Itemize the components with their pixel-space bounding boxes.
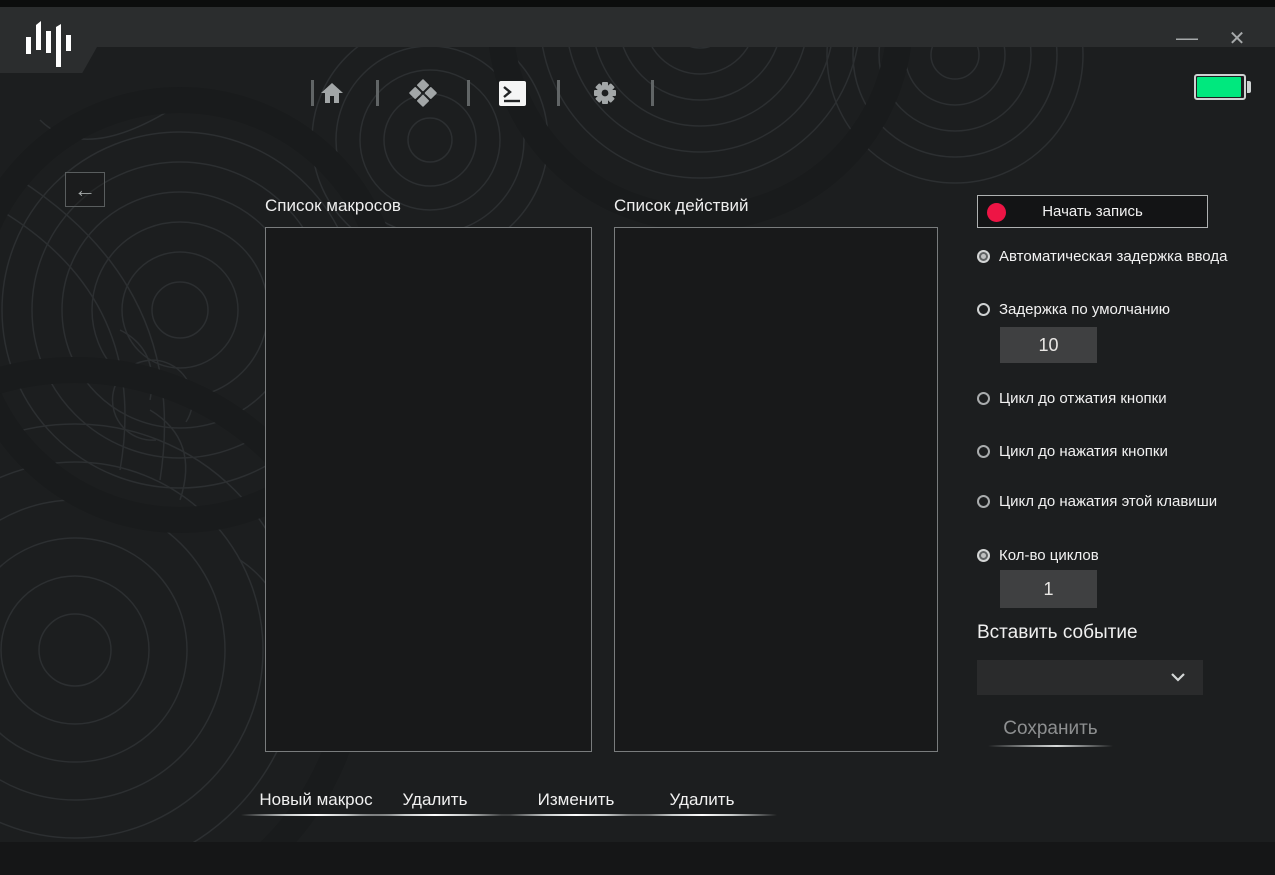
battery-level-fill (1197, 77, 1241, 97)
radio-icon (977, 445, 990, 458)
battery-terminal-nub (1247, 81, 1251, 93)
radio-cycle-count-label: Кол-во циклов (999, 547, 1099, 564)
action-list-box[interactable] (614, 227, 938, 752)
start-recording-button[interactable]: Начать запись (977, 195, 1208, 228)
radio-cycle-until-press-label: Цикл до нажатия кнопки (999, 443, 1168, 460)
delete-action-label: Удалить (670, 790, 735, 809)
radio-cycle-until-key-label: Цикл до нажатия этой клавиши (999, 493, 1217, 510)
brand-logo-icon (24, 15, 74, 73)
radio-icon (977, 549, 990, 562)
radio-auto-delay-label: Автоматическая задержка ввода (999, 248, 1227, 265)
bottom-strip (0, 842, 1275, 875)
save-underline (988, 745, 1113, 747)
new-macro-label: Новый макрос (259, 790, 372, 809)
radio-default-delay-label: Задержка по умолчанию (999, 301, 1170, 318)
back-button[interactable]: ← (65, 172, 105, 207)
edit-action-label: Изменить (538, 790, 615, 809)
radio-icon (977, 495, 990, 508)
save-button-label: Сохранить (1003, 718, 1097, 739)
radio-icon (977, 392, 990, 405)
delete-macro-label: Удалить (403, 790, 468, 809)
close-button[interactable]: ✕ (1222, 24, 1252, 52)
chevron-down-icon (1171, 673, 1185, 682)
radio-icon (977, 250, 990, 263)
nav-separator (557, 80, 560, 106)
radio-auto-delay[interactable]: Автоматическая задержка ввода (977, 248, 1227, 265)
default-delay-input[interactable] (1000, 327, 1097, 363)
titlebar (0, 7, 1275, 47)
nav-separator (376, 80, 379, 106)
underline (627, 814, 777, 816)
minimize-button[interactable]: — (1172, 24, 1202, 52)
cycle-count-input[interactable] (1000, 570, 1097, 608)
nav-separator (311, 80, 314, 106)
radio-cycle-until-release[interactable]: Цикл до отжатия кнопки (977, 390, 1167, 407)
save-button[interactable]: Сохранить (988, 718, 1113, 747)
radio-cycle-until-release-label: Цикл до отжатия кнопки (999, 390, 1167, 407)
settings-gear-icon[interactable] (591, 79, 619, 112)
radio-cycle-until-key[interactable]: Цикл до нажатия этой клавиши (977, 493, 1217, 510)
home-icon[interactable] (321, 82, 343, 109)
top-strip (0, 0, 1275, 7)
devices-icon[interactable] (409, 79, 437, 112)
underline (360, 814, 510, 816)
radio-cycle-count[interactable]: Кол-во циклов (977, 547, 1099, 564)
record-dot-icon (987, 203, 1006, 222)
brand-logo-tab (0, 7, 98, 73)
macro-list-box[interactable] (265, 227, 592, 752)
nav-separator (467, 80, 470, 106)
macro-editor-window: — ✕ (0, 0, 1275, 875)
macro-list-title: Список макросов (265, 196, 401, 216)
macro-terminal-icon[interactable] (499, 81, 526, 111)
insert-event-dropdown[interactable] (977, 660, 1203, 695)
radio-cycle-until-press[interactable]: Цикл до нажатия кнопки (977, 443, 1168, 460)
delete-action-button[interactable]: Удалить (627, 790, 777, 816)
nav-separator (651, 80, 654, 106)
start-recording-label: Начать запись (978, 203, 1207, 220)
insert-event-title: Вставить событие (977, 622, 1138, 644)
radio-icon (977, 303, 990, 316)
radio-default-delay[interactable]: Задержка по умолчанию (977, 301, 1170, 318)
delete-macro-button[interactable]: Удалить (360, 790, 510, 816)
action-list-title: Список действий (614, 196, 748, 216)
battery-icon (1194, 74, 1246, 100)
